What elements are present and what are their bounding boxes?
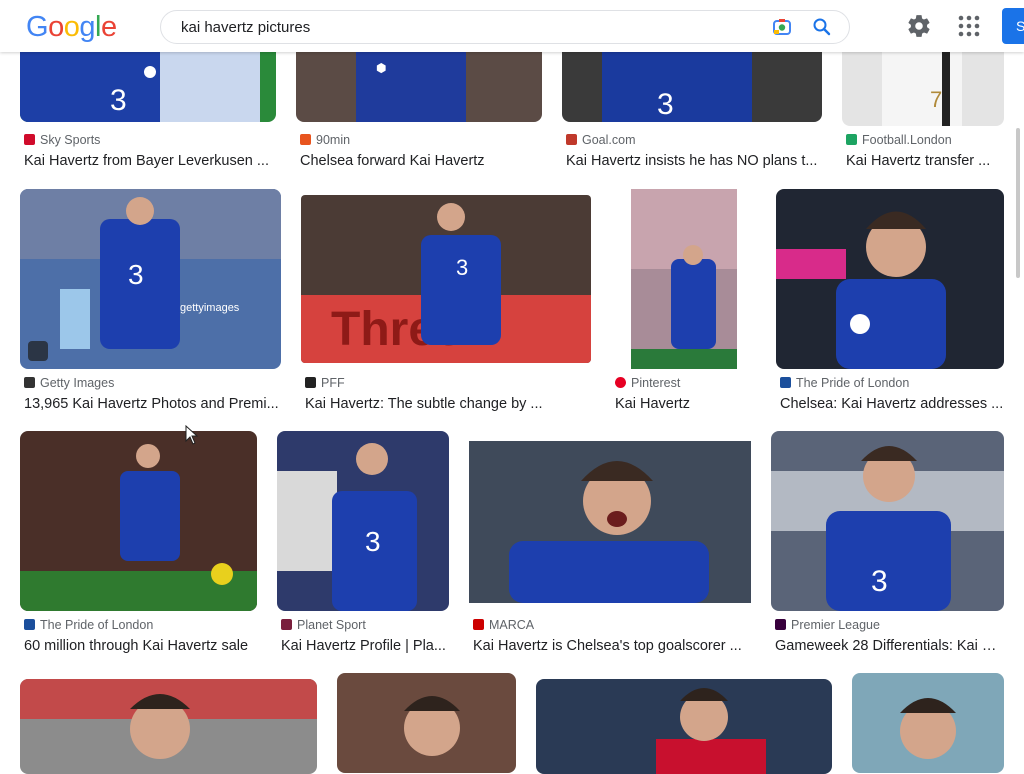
planet-sport-icon [281, 619, 292, 630]
search-icon[interactable] [812, 17, 832, 37]
result-source: Pinterest [615, 376, 680, 390]
pride-of-london-icon [780, 377, 791, 388]
svg-text:3: 3 [365, 526, 381, 557]
result-thumbnail[interactable]: 3 [771, 431, 1004, 611]
svg-text:3: 3 [657, 88, 674, 121]
result-title[interactable]: Kai Havertz Profile | Pla... [281, 638, 449, 654]
result-card[interactable]: Pinterest Kai Havertz [611, 189, 756, 419]
search-input[interactable] [181, 11, 741, 43]
svg-text:3: 3 [128, 259, 144, 290]
result-source: PFF [305, 376, 345, 390]
result-thumbnail[interactable] [536, 679, 832, 774]
result-source: Getty Images [24, 376, 114, 390]
premier-league-icon [775, 619, 786, 630]
pride-of-london-icon [24, 619, 35, 630]
result-card[interactable] [20, 679, 317, 774]
result-card[interactable]: The Pride of London 60 million through K… [20, 431, 257, 661]
result-title[interactable]: Kai Havertz: The subtle change by ... [305, 396, 591, 412]
google-logo[interactable]: Google [26, 13, 117, 42]
result-card[interactable] [852, 673, 1004, 773]
result-title[interactable]: Chelsea forward Kai Havertz [300, 153, 544, 169]
result-card[interactable]: 3 Goal.com Kai Havertz insists he has NO… [562, 52, 822, 174]
result-title[interactable]: 60 million through Kai Havertz sale [24, 638, 258, 654]
image-results-grid: 3 Sky Sports Kai Havertz from Bayer Leve… [0, 0, 1024, 774]
result-thumbnail[interactable]: 7 [842, 52, 1004, 126]
result-title[interactable]: Kai Havertz from Bayer Leverkusen ... [24, 153, 276, 169]
result-card[interactable] [536, 679, 832, 774]
result-thumbnail[interactable] [337, 673, 516, 773]
result-thumbnail[interactable]: Three 3 [301, 195, 591, 363]
settings-gear-icon[interactable] [906, 13, 932, 39]
result-card[interactable] [337, 673, 516, 773]
result-source: Planet Sport [281, 618, 366, 632]
svg-text:3: 3 [110, 84, 127, 117]
result-thumbnail[interactable] [469, 441, 751, 603]
pinterest-icon [615, 377, 626, 388]
result-card[interactable]: 7 Football.London Kai Havertz transfer .… [842, 52, 1004, 174]
result-thumbnail[interactable] [852, 673, 1004, 773]
result-title[interactable]: Kai Havertz transfer ... [846, 153, 1004, 169]
apps-grid-icon[interactable] [958, 15, 980, 37]
result-thumbnail[interactable]: 3 [562, 52, 822, 122]
result-thumbnail[interactable]: 3 gettyimages [20, 189, 281, 369]
football-london-icon [846, 134, 857, 145]
getty-images-icon [24, 377, 35, 388]
result-title[interactable]: Kai Havertz [615, 396, 755, 412]
result-source: Football.London [846, 133, 952, 147]
result-thumbnail[interactable]: ⬢ [296, 52, 542, 122]
result-title[interactable]: Gameweek 28 Differentials: Kai H... [775, 638, 1004, 654]
svg-text:⬢: ⬢ [376, 61, 386, 75]
result-thumbnail[interactable] [776, 189, 1004, 369]
result-source: MARCA [473, 618, 534, 632]
pff-icon [305, 377, 316, 388]
result-source: Premier League [775, 618, 880, 632]
image-icon [28, 341, 48, 361]
result-source: The Pride of London [24, 618, 153, 632]
result-card[interactable]: 3 Premier League Gameweek 28 Differentia… [771, 431, 1004, 661]
result-card[interactable]: 3 Sky Sports Kai Havertz from Bayer Leve… [20, 52, 276, 174]
result-card[interactable]: 3 Planet Sport Kai Havertz Profile | Pla… [277, 431, 449, 661]
result-title[interactable]: Kai Havertz insists he has NO plans t... [566, 153, 820, 169]
result-source: Goal.com [566, 133, 636, 147]
result-thumbnail[interactable] [631, 189, 737, 369]
result-title[interactable]: 13,965 Kai Havertz Photos and Premi... [24, 396, 280, 412]
header: Google S [0, 0, 1024, 52]
svg-text:7: 7 [930, 87, 942, 112]
result-card[interactable]: The Pride of London Chelsea: Kai Havertz… [776, 189, 1004, 419]
result-card[interactable]: Three 3 PFF Kai Havertz: The subtle chang… [301, 189, 591, 419]
90min-icon [300, 134, 311, 145]
result-title[interactable]: Kai Havertz is Chelsea's top goalscorer … [473, 638, 751, 654]
svg-text:3: 3 [871, 565, 888, 598]
svg-text:3: 3 [456, 255, 468, 280]
svg-text:gettyimages: gettyimages [180, 302, 240, 314]
result-source: 90min [300, 133, 350, 147]
marca-icon [473, 619, 484, 630]
goal-icon [566, 134, 577, 145]
result-thumbnail[interactable] [20, 679, 317, 774]
mouse-cursor-icon [185, 425, 199, 445]
scrollbar[interactable] [1016, 128, 1020, 278]
camera-lens-icon[interactable] [772, 17, 792, 37]
result-source: The Pride of London [780, 376, 909, 390]
result-thumbnail[interactable]: 3 [277, 431, 449, 611]
result-title[interactable]: Chelsea: Kai Havertz addresses ... [780, 396, 1004, 412]
search-bar [160, 10, 850, 44]
result-source: Sky Sports [24, 133, 100, 147]
result-card[interactable]: 3 gettyimages Getty Images 13,965 Kai Hav… [20, 189, 281, 419]
result-thumbnail[interactable]: 3 [20, 52, 276, 122]
result-card[interactable]: ⬢ 90min Chelsea forward Kai Havertz [296, 52, 542, 174]
result-card[interactable]: MARCA Kai Havertz is Chelsea's top goals… [469, 431, 751, 661]
result-thumbnail[interactable] [20, 431, 257, 611]
sign-in-button[interactable]: S [1002, 8, 1024, 44]
sky-sports-icon [24, 134, 35, 145]
